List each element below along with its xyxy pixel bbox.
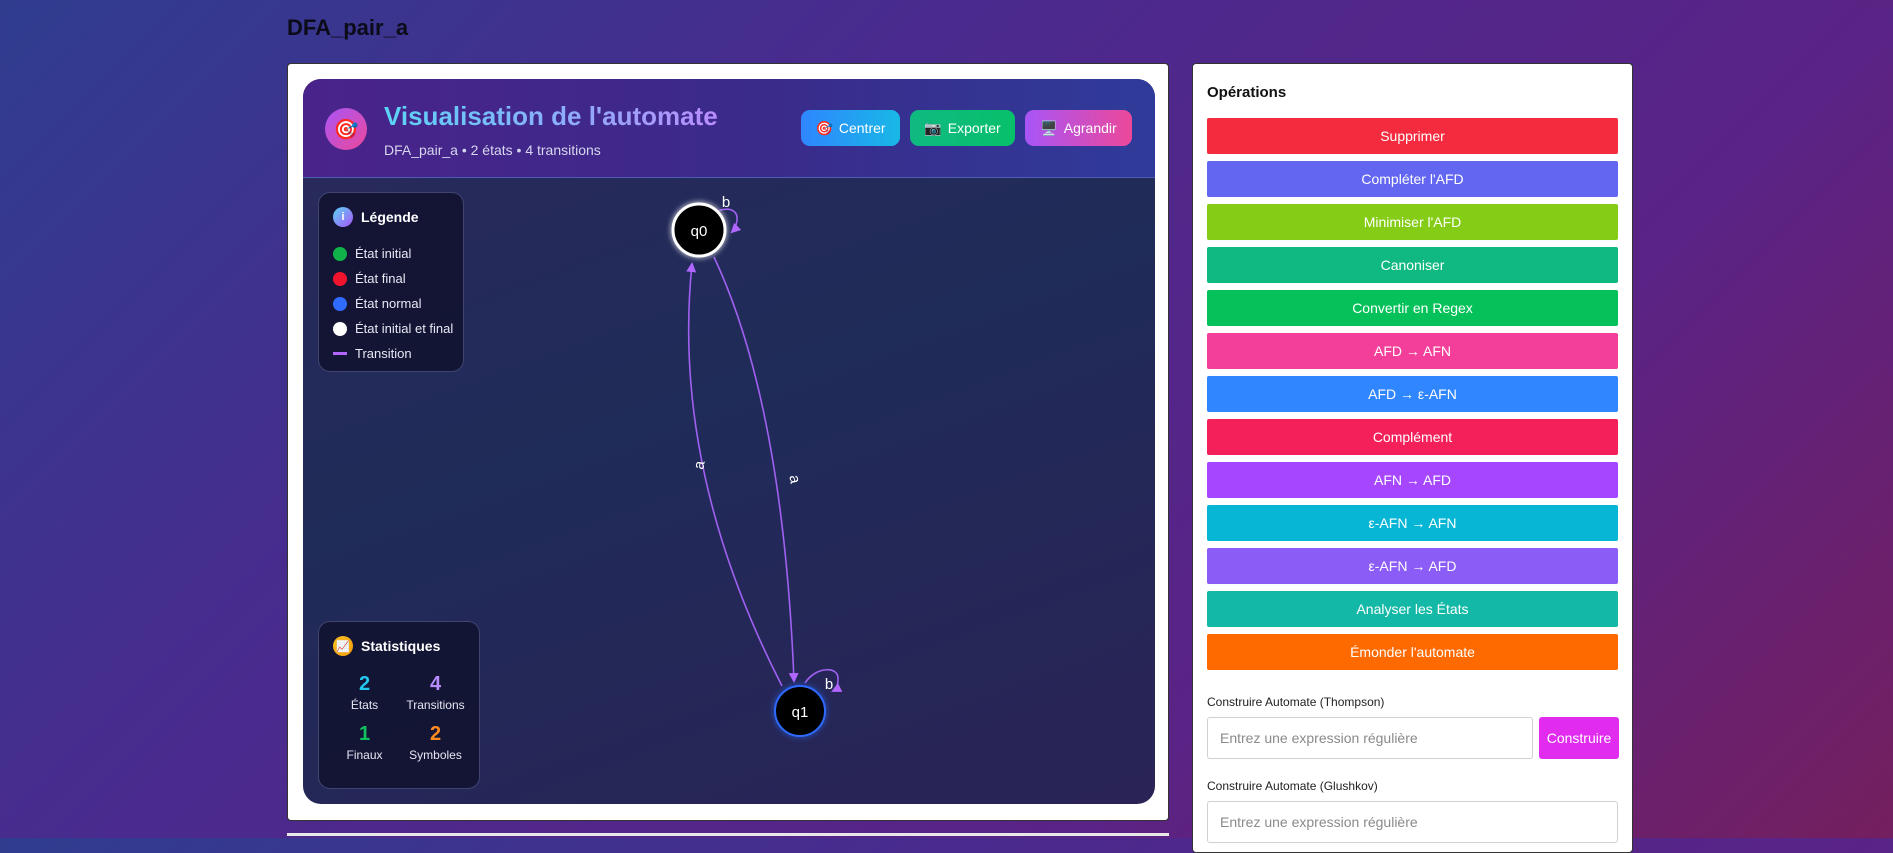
state-label: q1 [792, 704, 809, 721]
stat-label: États [350, 698, 379, 712]
transition-label: a [785, 474, 803, 486]
info-icon: i [333, 207, 353, 227]
statistics-header: 📈 Statistiques [333, 636, 440, 656]
visualization-panel: 🎯 Visualisation de l'automate DFA_pair_a… [303, 79, 1155, 804]
stat-value: 1 [358, 723, 371, 745]
state-q0[interactable]: q0 [671, 202, 727, 258]
dfa-to-enfa-button[interactable]: AFD → ε-AFN [1207, 376, 1618, 412]
legend-item-final: État final [333, 266, 453, 291]
convert-regex-button[interactable]: Convertir en Regex [1207, 290, 1618, 326]
thompson-label: Construire Automate (Thompson) [1207, 695, 1385, 709]
operations-card: Opérations Supprimer Compléter l'AFD Min… [1192, 63, 1633, 853]
legend-label: Transition [355, 346, 412, 361]
visualization-card: 🎯 Visualisation de l'automate DFA_pair_a… [287, 63, 1169, 821]
thompson-regex-input[interactable] [1207, 717, 1533, 759]
legend-label: État normal [355, 296, 422, 311]
enfa-to-nfa-button[interactable]: ε-AFN → AFN [1207, 505, 1618, 541]
build-button[interactable]: Construire [1539, 717, 1619, 759]
legend-item-normal: État normal [333, 291, 453, 316]
operations-title: Opérations [1207, 84, 1287, 101]
stat-value: 4 [429, 673, 442, 695]
prune-automaton-button[interactable]: Émonder l'automate [1207, 634, 1618, 670]
blue-dot-icon [333, 296, 347, 311]
legend-item-initial: État initial [333, 241, 453, 266]
glushkov-regex-input[interactable] [1207, 801, 1618, 843]
transition-label: b [722, 194, 730, 211]
transition-edge[interactable] [713, 256, 799, 683]
legend-title: Légende [361, 209, 419, 225]
complement-button[interactable]: Complément [1207, 419, 1618, 455]
analyze-states-button[interactable]: Analyser les États [1207, 591, 1618, 627]
stat-symbols: 2 Symboles [400, 722, 471, 762]
stat-finals: 1 Finaux [329, 722, 400, 762]
delete-button[interactable]: Supprimer [1207, 118, 1618, 154]
green-dot-icon [333, 246, 347, 261]
white-dot-icon [333, 321, 347, 336]
page-title: DFA_pair_a [287, 15, 409, 40]
stat-value: 2 [358, 673, 371, 695]
stat-label: Symboles [409, 748, 462, 762]
complete-dfa-button[interactable]: Compléter l'AFD [1207, 161, 1618, 197]
legend-label: État final [355, 271, 406, 286]
dfa-to-nfa-button[interactable]: AFD → AFN [1207, 333, 1618, 369]
chart-icon: 📈 [333, 636, 353, 656]
minimize-dfa-button[interactable]: Minimiser l'AFD [1207, 204, 1618, 240]
nfa-to-dfa-button[interactable]: AFN → AFD [1207, 462, 1618, 498]
legend-item-transition: Transition [333, 341, 453, 366]
glushkov-label: Construire Automate (Glushkov) [1207, 779, 1378, 793]
statistics-title: Statistiques [361, 638, 441, 654]
canonize-button[interactable]: Canoniser [1207, 247, 1618, 283]
legend-label: État initial et final [355, 321, 454, 336]
stat-value: 2 [429, 723, 442, 745]
stat-transitions: 4 Transitions [400, 672, 471, 712]
stat-label: Transitions [406, 698, 465, 712]
transition-label: a [690, 459, 708, 471]
divider [287, 833, 1169, 836]
enfa-to-dfa-button[interactable]: ε-AFN → AFD [1207, 548, 1618, 584]
legend-label: État initial [355, 246, 412, 261]
line-swatch-icon [333, 352, 347, 355]
transition-label: b [825, 676, 833, 693]
state-q1[interactable]: q1 [774, 685, 826, 737]
state-label: q0 [691, 223, 708, 240]
transition-edge[interactable] [686, 262, 783, 687]
stat-label: Finaux [346, 748, 383, 762]
legend-header: i Légende [333, 207, 419, 227]
stat-states: 2 États [329, 672, 400, 712]
legend-item-initial-final: État initial et final [333, 316, 453, 341]
legend-panel: i Légende État initial État final État n… [318, 192, 464, 372]
red-dot-icon [333, 271, 347, 286]
statistics-panel: 📈 Statistiques 2 États 4 Transitions 1 F… [318, 621, 480, 789]
